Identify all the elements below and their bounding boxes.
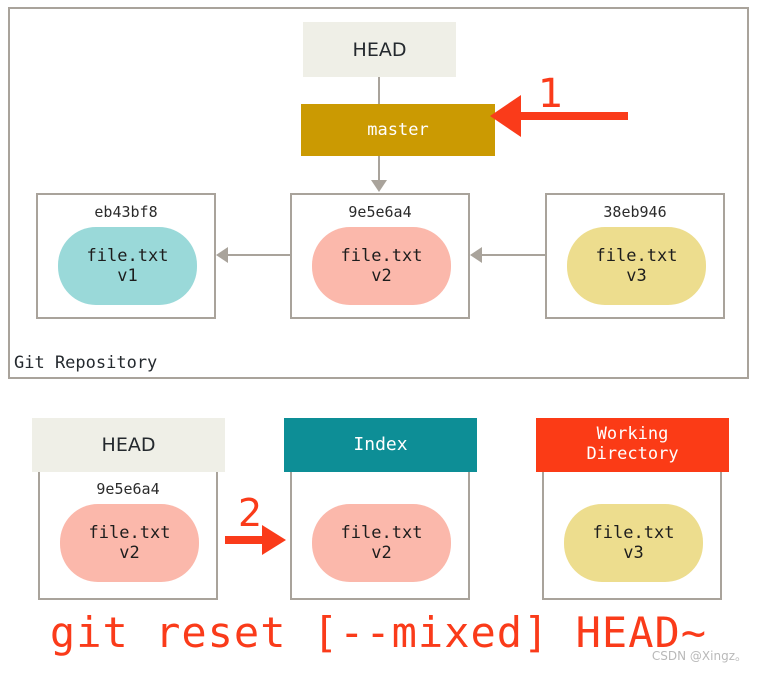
area-head-blob: file.txt v2 (60, 504, 199, 582)
master-to-commit-connector (378, 156, 380, 182)
commit-hash-9e5e6a4: 9e5e6a4 (348, 203, 412, 221)
area-body-working-directory: file.txt v3 (542, 472, 722, 600)
area-header-head-line-1: HEAD (101, 433, 156, 456)
area-header-working-directory-line-2: Directory (586, 444, 679, 464)
commit-blob-v1-file: file.txt (86, 245, 169, 266)
area-header-index: Index (284, 418, 477, 472)
area-working-directory-blob-file: file.txt (592, 522, 675, 543)
head-to-master-connector (378, 77, 380, 104)
commit-hash-eb43bf8: eb43bf8 (94, 203, 158, 221)
commit-blob-v2-file: file.txt (340, 245, 423, 266)
area-header-working-directory-line-1: Working (596, 424, 669, 445)
area-header-head: HEAD (32, 418, 225, 472)
area-head-blob-version: v2 (119, 543, 140, 563)
step-2-arrowhead-icon (262, 525, 286, 555)
area-working-directory-blob: file.txt v3 (564, 504, 703, 582)
master-to-commit-arrowhead (371, 180, 387, 192)
commit-blob-v1-version: v1 (117, 266, 138, 286)
commit-blob-v2: file.txt v2 (312, 227, 451, 305)
area-head-blob-file: file.txt (88, 522, 171, 543)
head-box: HEAD (303, 22, 456, 77)
commit-parent-connector-right (482, 254, 545, 256)
commit-blob-v1: file.txt v1 (58, 227, 197, 305)
step-1-number: 1 (538, 71, 564, 117)
area-head-hash: 9e5e6a4 (96, 480, 160, 498)
commit-blob-v3: file.txt v3 (567, 227, 706, 305)
commit-parent-connector-mid (228, 254, 290, 256)
master-branch-label: master (367, 120, 429, 140)
area-body-index: file.txt v2 (290, 472, 470, 600)
area-index-blob-file: file.txt (340, 522, 423, 543)
commit-parent-arrowhead-mid-icon (216, 247, 228, 263)
area-header-index-line-1: Index (353, 433, 408, 455)
commit-box-9e5e6a4: 9e5e6a4 file.txt v2 (290, 193, 470, 319)
area-body-head: 9e5e6a4 file.txt v2 (38, 472, 218, 600)
area-working-directory-blob-version: v3 (623, 543, 644, 563)
area-index-blob-version: v2 (371, 543, 392, 563)
git-repository-label: Git Repository (14, 353, 158, 373)
commit-box-eb43bf8: eb43bf8 file.txt v1 (36, 193, 216, 319)
master-branch-box: master (301, 104, 495, 156)
commit-blob-v3-version: v3 (626, 266, 647, 286)
commit-hash-38eb946: 38eb946 (603, 203, 667, 221)
step-2-arrow-shaft (225, 536, 265, 544)
commit-blob-v2-version: v2 (371, 266, 392, 286)
step-2-number: 2 (238, 491, 263, 535)
step-1-arrowhead-icon (490, 95, 521, 137)
git-command-caption: git reset [--mixed] HEAD~ (49, 608, 708, 657)
commit-blob-v3-file: file.txt (595, 245, 678, 266)
watermark-label: CSDN @Xingz。 (651, 649, 747, 663)
area-index-blob: file.txt v2 (312, 504, 451, 582)
step-1-arrow-shaft (521, 112, 628, 120)
head-label: HEAD (352, 38, 407, 61)
commit-box-38eb946: 38eb946 file.txt v3 (545, 193, 725, 319)
area-header-working-directory: Working Directory (536, 418, 729, 472)
commit-parent-arrowhead-right-icon (470, 247, 482, 263)
